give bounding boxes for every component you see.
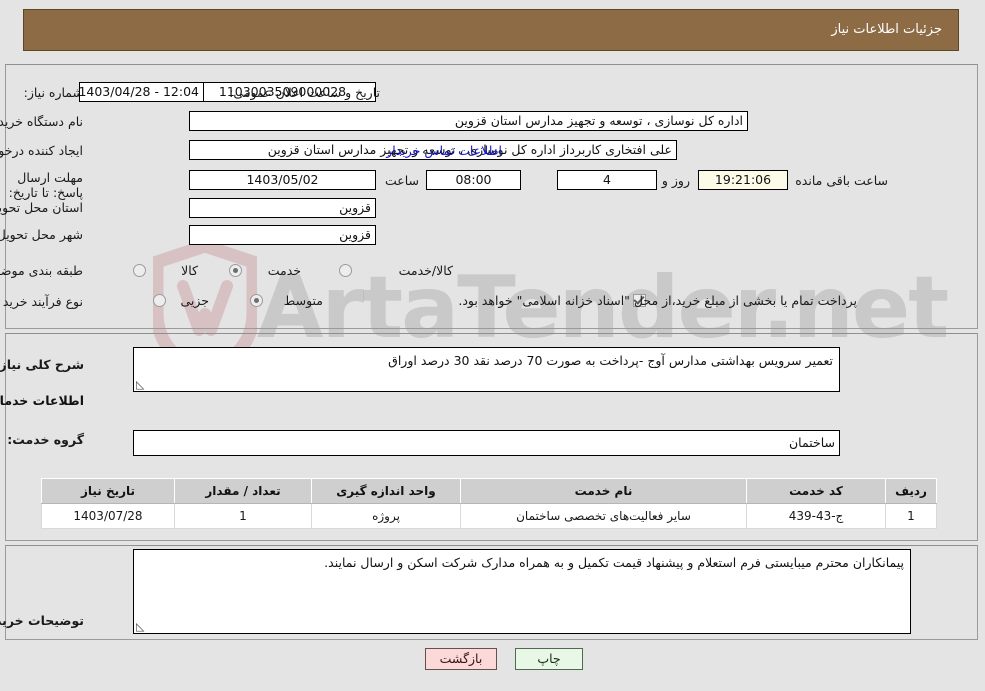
col-unit: واحد اندازه گیری [312,478,462,504]
cell-row-number: 1 [886,503,938,529]
general-desc-value-box[interactable]: تعمیر سرویس بهداشتی مدارس آوج -پرداخت به… [134,347,841,392]
services-table: ردیف کد خدمت نام خدمت واحد اندازه گیری ت… [42,478,938,529]
need-number-label: شماره نیاز: [24,85,84,100]
public-announce-label: تاریخ و ساعت اعلان عمومی: [230,85,381,100]
col-service-name: نام خدمت [461,478,748,504]
days-remaining-value: 4 [558,170,658,190]
radio-process-medium-label: متوسط [284,293,324,308]
cell-service-code: ج-43-439 [747,503,887,529]
radio-category-goods[interactable] [134,264,147,277]
page-header-bar: جزئیات اطلاعات نیاز [24,9,960,51]
resize-grip-icon-notes[interactable]: ◿ [137,620,147,633]
buyer-notes-label: توضیحات خریدار: [0,613,85,628]
deadline-date-value: 1403/05/02 [190,170,377,190]
service-group-value: ساختمان [134,430,841,456]
cell-unit: پروژه [312,503,462,529]
city-value: قزوین [190,225,377,245]
process-label: نوع فرآیند خرید : [0,294,84,309]
radio-process-minor-label: جزیی [181,293,210,308]
general-desc-label: شرح کلی نیاز: [0,357,85,372]
col-quantity: تعداد / مقدار [175,478,313,504]
col-service-code: کد خدمت [747,478,887,504]
resize-grip-icon[interactable]: ◿ [137,378,147,391]
buyer-org-label: نام دستگاه خریدار: [0,114,84,129]
buyer-notes-value: پیمانکاران محترم میبایستی فرم استعلام و … [325,555,905,570]
need-info-panel [6,64,979,329]
province-label: استان محل تحویل: [0,200,84,215]
buyer-contact-link[interactable]: اطلاعات تماس خریدار [387,143,503,158]
category-label: طبقه بندی موضوعی: [0,263,84,278]
service-group-label: گروه خدمت: [8,432,85,447]
public-announce-value: 12:04 - 1403/04/28 [80,82,205,102]
print-button[interactable]: چاپ [516,648,584,670]
radio-category-service-label: خدمت [268,263,302,278]
buyer-org-value: اداره کل نوسازی ، توسعه و تجهیز مدارس اس… [190,111,749,131]
time-remaining-suffix: ساعت باقی مانده [796,173,889,188]
cell-quantity: 1 [175,503,313,529]
radio-process-minor[interactable] [154,294,167,307]
radio-category-goods-service-label: کالا/خدمت [399,263,454,278]
buyer-notes-box[interactable]: پیمانکاران محترم میبایستی فرم استعلام و … [134,549,912,634]
cell-service-name: سایر فعالیت‌های تخصصی ساختمان [461,503,748,529]
cell-need-date: 1403/07/28 [42,503,176,529]
treasury-note-label: پرداخت تمام یا بخشی از مبلغ خرید،از محل … [459,293,858,308]
time-remaining-value: 19:21:06 [699,170,789,190]
deadline-label: مهلت ارسال پاسخ: تا تاریخ: [9,170,84,200]
requester-label: ایجاد کننده درخواست: [0,143,84,158]
radio-category-service[interactable] [230,264,243,277]
days-unit-label: روز و [662,173,691,188]
page-title: جزئیات اطلاعات نیاز [832,22,943,37]
services-section-title: اطلاعات خدمات مورد نیاز [0,393,85,408]
province-value: قزوین [190,198,377,218]
deadline-time-value: 08:00 [427,170,522,190]
table-row: 1 ج-43-439 سایر فعالیت‌های تخصصی ساختمان… [42,503,938,529]
back-button[interactable]: بازگشت [426,648,498,670]
radio-category-goods-service[interactable] [340,264,353,277]
radio-category-goods-label: کالا [182,263,199,278]
deadline-time-label: ساعت [385,173,420,188]
table-header-row: ردیف کد خدمت نام خدمت واحد اندازه گیری ت… [42,478,938,504]
col-row-number: ردیف [886,478,938,504]
radio-process-medium[interactable] [251,294,264,307]
general-desc-value: تعمیر سرویس بهداشتی مدارس آوج -پرداخت به… [389,353,834,368]
col-need-date: تاریخ نیاز [42,478,176,504]
city-label: شهر محل تحویل: [0,227,84,242]
